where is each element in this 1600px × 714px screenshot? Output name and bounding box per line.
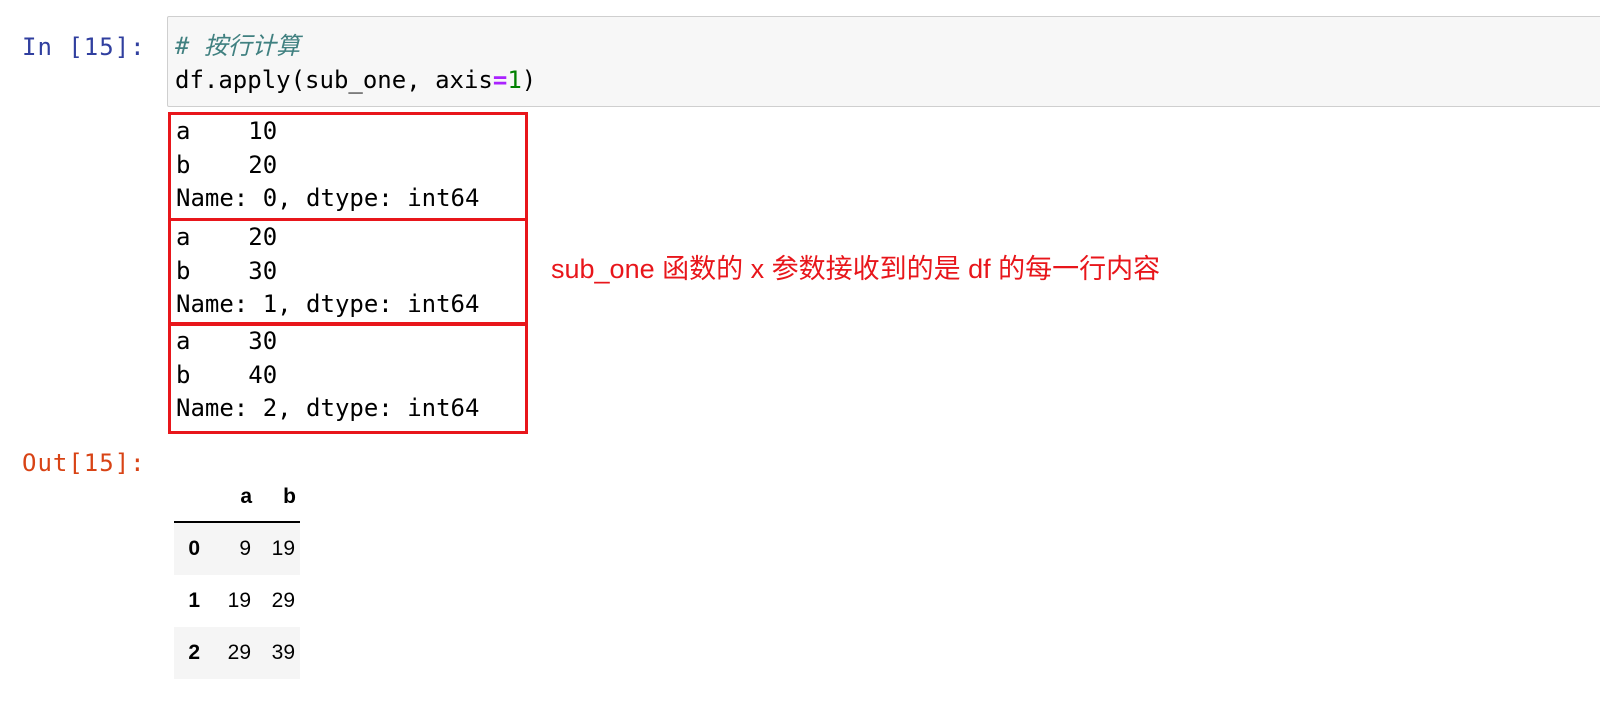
table-row: 0 9 19: [174, 522, 300, 575]
stdout-line: Name: 0, dtype: int64: [176, 184, 480, 212]
table-cell: 29: [227, 641, 251, 664]
row-index: 2: [188, 641, 200, 664]
code-input-area[interactable]: # 按行计算 df.apply(sub_one, axis=1): [167, 16, 1600, 107]
stdout-line: b 40: [176, 360, 278, 389]
code-editor[interactable]: # 按行计算 df.apply(sub_one, axis=1): [175, 29, 536, 97]
table-cell: 19: [271, 537, 295, 560]
row-index: 1: [188, 589, 200, 612]
stdout-line: a 10: [176, 117, 278, 145]
code-number: 1: [507, 66, 522, 94]
stdout-line: a 20: [176, 223, 278, 251]
dataframe-corner: [174, 472, 208, 523]
table-row: 1 19 29: [174, 575, 300, 627]
table-cell: 39: [271, 641, 295, 664]
table-row: 2 29 39: [174, 627, 300, 679]
output-prompt: Out[15]:: [22, 449, 146, 477]
row-index: 0: [188, 537, 200, 560]
annotation-text: sub_one 函数的 x 参数接收到的是 df 的每一行内容: [551, 254, 1161, 284]
stdout-line: a 30: [176, 327, 278, 355]
stdout-line: Name: 2, dtype: int64: [176, 394, 480, 422]
stdout-line: Name: 1, dtype: int64: [176, 290, 480, 318]
table-cell: 19: [227, 589, 251, 612]
stdout-block-row-0: a 10 b 20 Name: 0, dtype: int64: [168, 112, 528, 221]
stdout-block-row-1: a 20 b 30 Name: 1, dtype: int64: [168, 218, 528, 326]
column-header-a: a: [208, 472, 256, 523]
code-close-paren: ): [521, 66, 537, 94]
code-operator: =: [492, 66, 508, 94]
column-header-b: b: [256, 472, 300, 523]
code-apply-call: df.apply(sub_one, axis: [175, 66, 493, 94]
dataframe-header-row: a b: [174, 472, 300, 523]
table-cell: 9: [239, 537, 251, 560]
code-comment: # 按行计算: [175, 32, 300, 60]
stdout-block-row-2: a 30 b 40 Name: 2, dtype: int64: [168, 322, 528, 434]
stdout-line: b 30: [176, 256, 278, 285]
table-cell: 29: [271, 589, 295, 612]
input-prompt: In [15]:: [22, 33, 146, 61]
dataframe-output: a b 0 9 19 1 19 29 2 29 39: [174, 472, 300, 679]
stdout-line: b 20: [176, 150, 278, 179]
